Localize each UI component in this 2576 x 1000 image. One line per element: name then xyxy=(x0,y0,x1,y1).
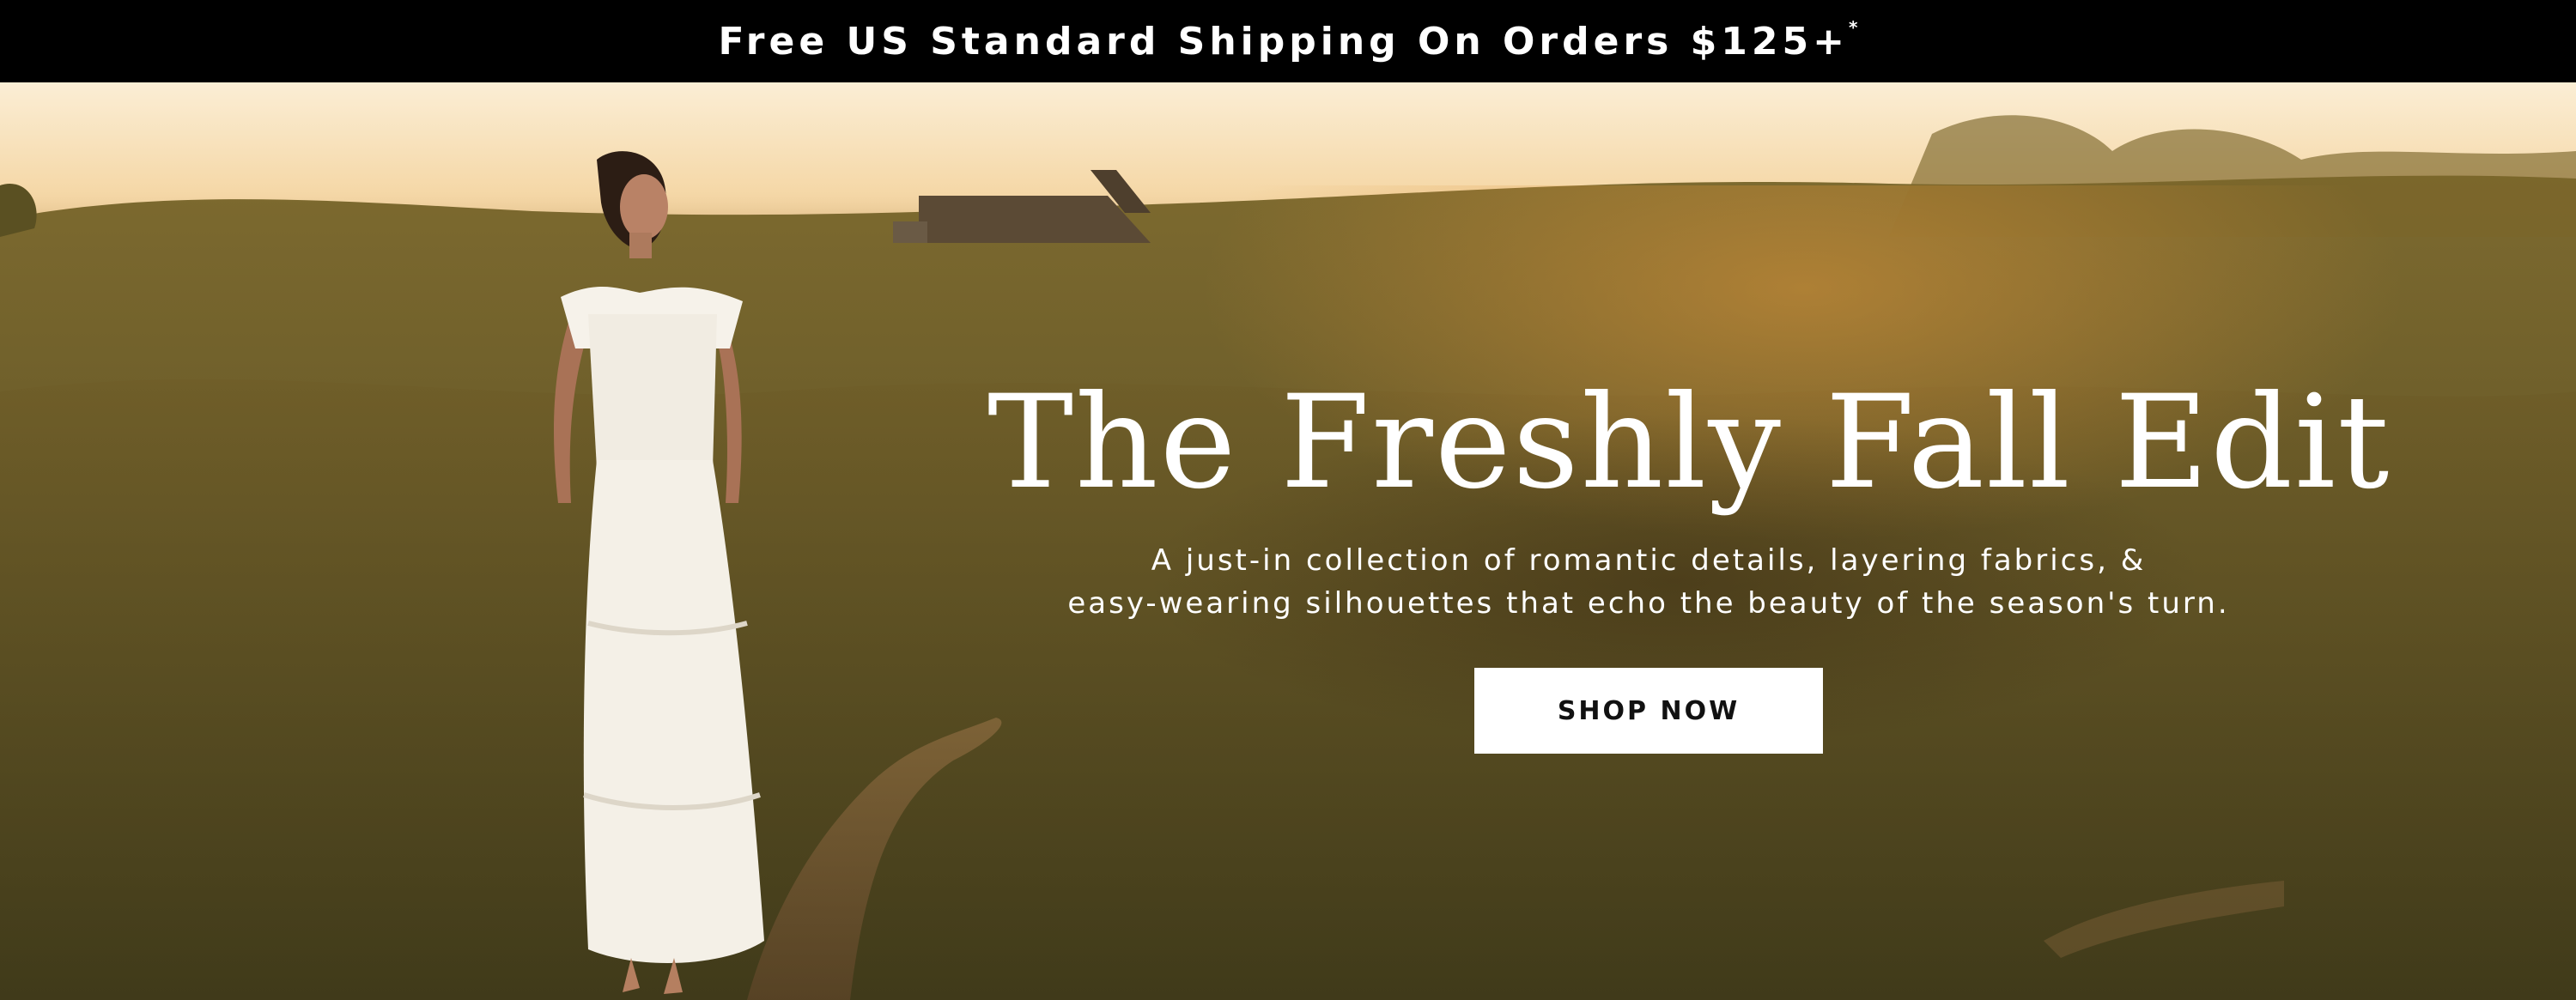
announcement-asterisk: * xyxy=(1848,16,1858,38)
announcement-text[interactable]: Free US Standard Shipping On Orders $125… xyxy=(718,16,1858,64)
shop-now-button[interactable]: SHOP NOW xyxy=(1474,668,1823,754)
announcement-label: Free US Standard Shipping On Orders $125… xyxy=(718,19,1849,64)
hero-title: The Freshly Fall Edit xyxy=(987,368,2391,518)
house-silhouette xyxy=(893,170,1151,243)
hero-subtitle-line-2: easy-wearing silhouettes that echo the b… xyxy=(1067,586,2230,621)
hero-subtitle-line-1: A just-in collection of romantic details… xyxy=(1151,543,2147,578)
model-figure xyxy=(554,151,764,994)
hero-copy: The Freshly Fall Edit A just-in collecti… xyxy=(987,366,2391,754)
page: Free US Standard Shipping On Orders $125… xyxy=(0,0,2576,1000)
announcement-bar[interactable]: Free US Standard Shipping On Orders $125… xyxy=(0,0,2576,82)
hero-subtitle: A just-in collection of romantic details… xyxy=(987,539,2310,625)
hero-banner[interactable]: The Freshly Fall Edit A just-in collecti… xyxy=(0,82,2576,1000)
